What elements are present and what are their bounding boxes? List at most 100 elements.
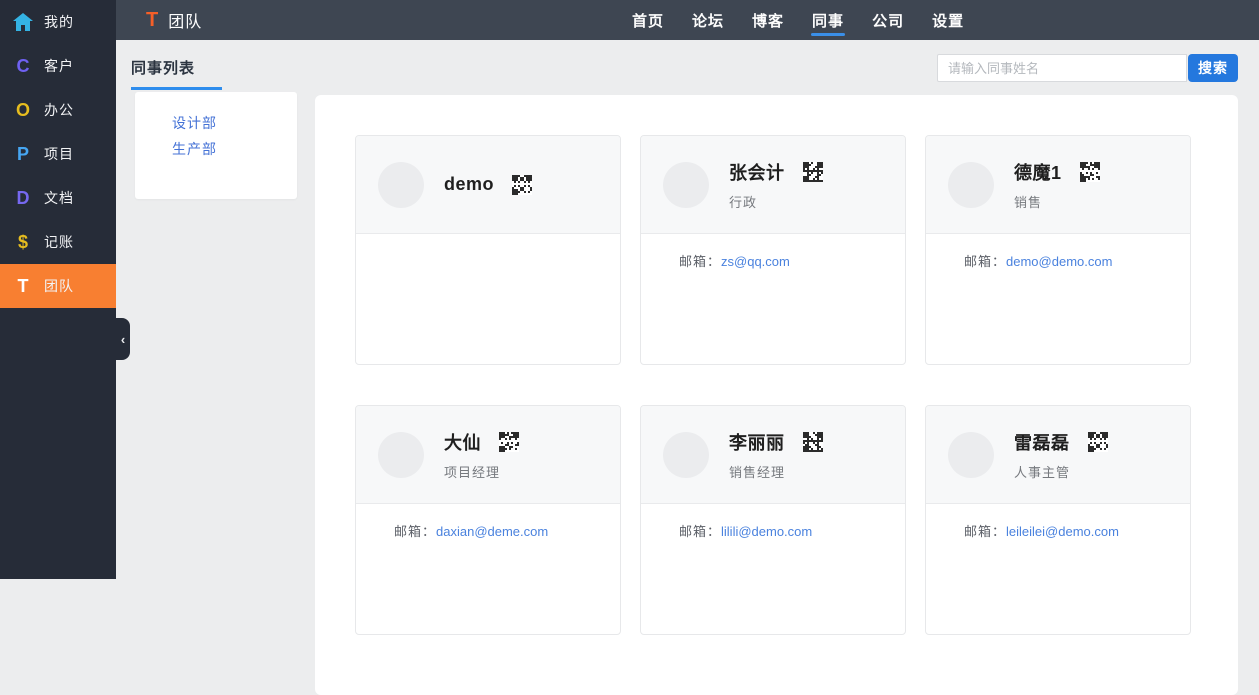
member-card-header: 张会计 行政 [641,136,905,234]
nav-item-home[interactable]: 首页 [622,0,674,40]
sidebar-item-accounting[interactable]: $ 记账 [0,220,116,264]
app-logo: T 团队 [146,0,202,40]
nav-item-forum[interactable]: 论坛 [682,0,734,40]
member-role: 行政 [729,194,758,210]
sidebar-item-label: 团队 [44,278,74,294]
member-card-body: 邮箱：daxian@deme.com [356,504,620,540]
member-card[interactable]: 张会计 行政 邮箱：zs@qq.com [640,135,906,365]
sidebar-item-label: 客户 [44,58,74,74]
qr-code-icon[interactable] [802,431,823,452]
member-card[interactable]: 德魔1 销售 邮箱：demo@demo.com [925,135,1191,365]
home-icon [10,13,36,31]
top-nav: 首页 论坛 博客 同事 公司 设置 [622,0,982,40]
member-name: 张会计 [729,162,785,183]
department-link-design[interactable]: 设计部 [172,110,297,136]
sidebar-nav: 我的 C 客户 O 办公 P 项目 D 文档 $ 记账 T 团队 [0,0,116,308]
avatar [663,161,709,208]
member-name: 大仙 [444,432,481,453]
nav-item-settings[interactable]: 设置 [922,0,974,40]
colleague-panel: demo 张会计 行政 邮箱：zs@qq.com 德魔1 销售 邮箱：demo@… [315,95,1238,695]
sidebar-item-projects[interactable]: P 项目 [0,132,116,176]
email-link[interactable]: daxian@deme.com [436,524,548,539]
member-card-header: 李丽丽 销售经理 [641,406,905,504]
office-icon: O [15,99,30,120]
email-link[interactable]: zs@qq.com [721,254,790,269]
email-link[interactable]: leileilei@demo.com [1006,524,1119,539]
email-link[interactable]: lilili@demo.com [721,524,812,539]
member-card-header: 德魔1 销售 [926,136,1190,234]
member-role: 人事主管 [1014,464,1071,480]
email-label: 邮箱： [964,524,1007,539]
chevron-left-icon: ‹ [120,331,126,347]
sidebar-item-office[interactable]: O 办公 [0,88,116,132]
sidebar-item-documents[interactable]: D 文档 [0,176,116,220]
member-card-header: 大仙 项目经理 [356,406,620,504]
sidebar-item-customers[interactable]: C 客户 [0,44,116,88]
sidebar-collapse-toggle[interactable]: ‹ [116,318,130,360]
email-label: 邮箱： [679,524,722,539]
department-panel: 设计部 生产部 [135,92,297,199]
team-icon: T [17,275,29,296]
sidebar-item-home[interactable]: 我的 [0,0,116,44]
topbar: T 团队 首页 论坛 博客 同事 公司 设置 [116,0,1259,40]
email-label: 邮箱： [679,254,722,269]
email-label: 邮箱： [394,524,437,539]
search-button[interactable]: 搜索 [1188,54,1238,82]
member-name: 雷磊磊 [1014,432,1070,453]
member-card[interactable]: 雷磊磊 人事主管 邮箱：leileilei@demo.com [925,405,1191,635]
member-info: demo [444,174,533,195]
member-card[interactable]: 大仙 项目经理 邮箱：daxian@deme.com [355,405,621,635]
avatar [948,431,994,478]
member-role: 项目经理 [444,464,501,480]
member-card[interactable]: 李丽丽 销售经理 邮箱：lilili@demo.com [640,405,906,635]
nav-item-blog[interactable]: 博客 [742,0,794,40]
sidebar-item-label: 文档 [44,190,74,206]
avatar [378,431,424,478]
member-info: 大仙 项目经理 [444,429,519,481]
member-card-grid: demo 张会计 行政 邮箱：zs@qq.com 德魔1 销售 邮箱：demo@… [355,135,1198,635]
search-bar: 搜索 [937,54,1238,82]
nav-item-company[interactable]: 公司 [862,0,914,40]
accounting-icon: $ [17,231,28,252]
sidebar: 我的 C 客户 O 办公 P 项目 D 文档 $ 记账 T 团队 [0,0,116,579]
member-info: 李丽丽 销售经理 [729,429,823,481]
customers-icon: C [16,55,30,76]
email-link[interactable]: demo@demo.com [1006,254,1112,269]
member-role: 销售 [1014,194,1043,210]
qr-code-icon[interactable] [1087,431,1108,452]
sidebar-item-label: 项目 [44,146,74,162]
avatar [663,431,709,478]
member-info: 雷磊磊 人事主管 [1014,429,1108,481]
member-card-header: demo [356,136,620,234]
member-info: 张会计 行政 [729,159,823,211]
member-role: 销售经理 [729,464,786,480]
sidebar-item-label: 我的 [44,14,74,30]
member-name: demo [444,174,495,194]
member-card-body: 邮箱：leileilei@demo.com [926,504,1190,540]
qr-code-icon[interactable] [802,161,823,182]
qr-code-icon[interactable] [512,174,533,195]
member-info: 德魔1 销售 [1014,159,1100,211]
sidebar-item-team[interactable]: T 团队 [0,264,116,308]
tab-colleague-list[interactable]: 同事列表 [131,57,223,90]
member-card-body: 邮箱：demo@demo.com [926,234,1190,270]
member-card-body [356,234,620,251]
qr-code-icon[interactable] [499,431,519,452]
team-logo-icon: T [146,8,159,31]
email-label: 邮箱： [964,254,1007,269]
member-name: 德魔1 [1014,162,1062,183]
search-input[interactable] [937,54,1187,82]
sidebar-item-label: 记账 [44,234,74,250]
qr-code-icon[interactable] [1079,161,1100,182]
documents-icon: D [16,187,30,208]
avatar [378,161,424,208]
member-card-body: 邮箱：zs@qq.com [641,234,905,270]
member-card-header: 雷磊磊 人事主管 [926,406,1190,504]
nav-item-colleagues[interactable]: 同事 [802,0,854,40]
avatar [948,161,994,208]
member-card-body: 邮箱：lilili@demo.com [641,504,905,540]
member-name: 李丽丽 [729,432,785,453]
projects-icon: P [16,143,29,164]
department-link-production[interactable]: 生产部 [172,136,297,162]
member-card[interactable]: demo [355,135,621,365]
